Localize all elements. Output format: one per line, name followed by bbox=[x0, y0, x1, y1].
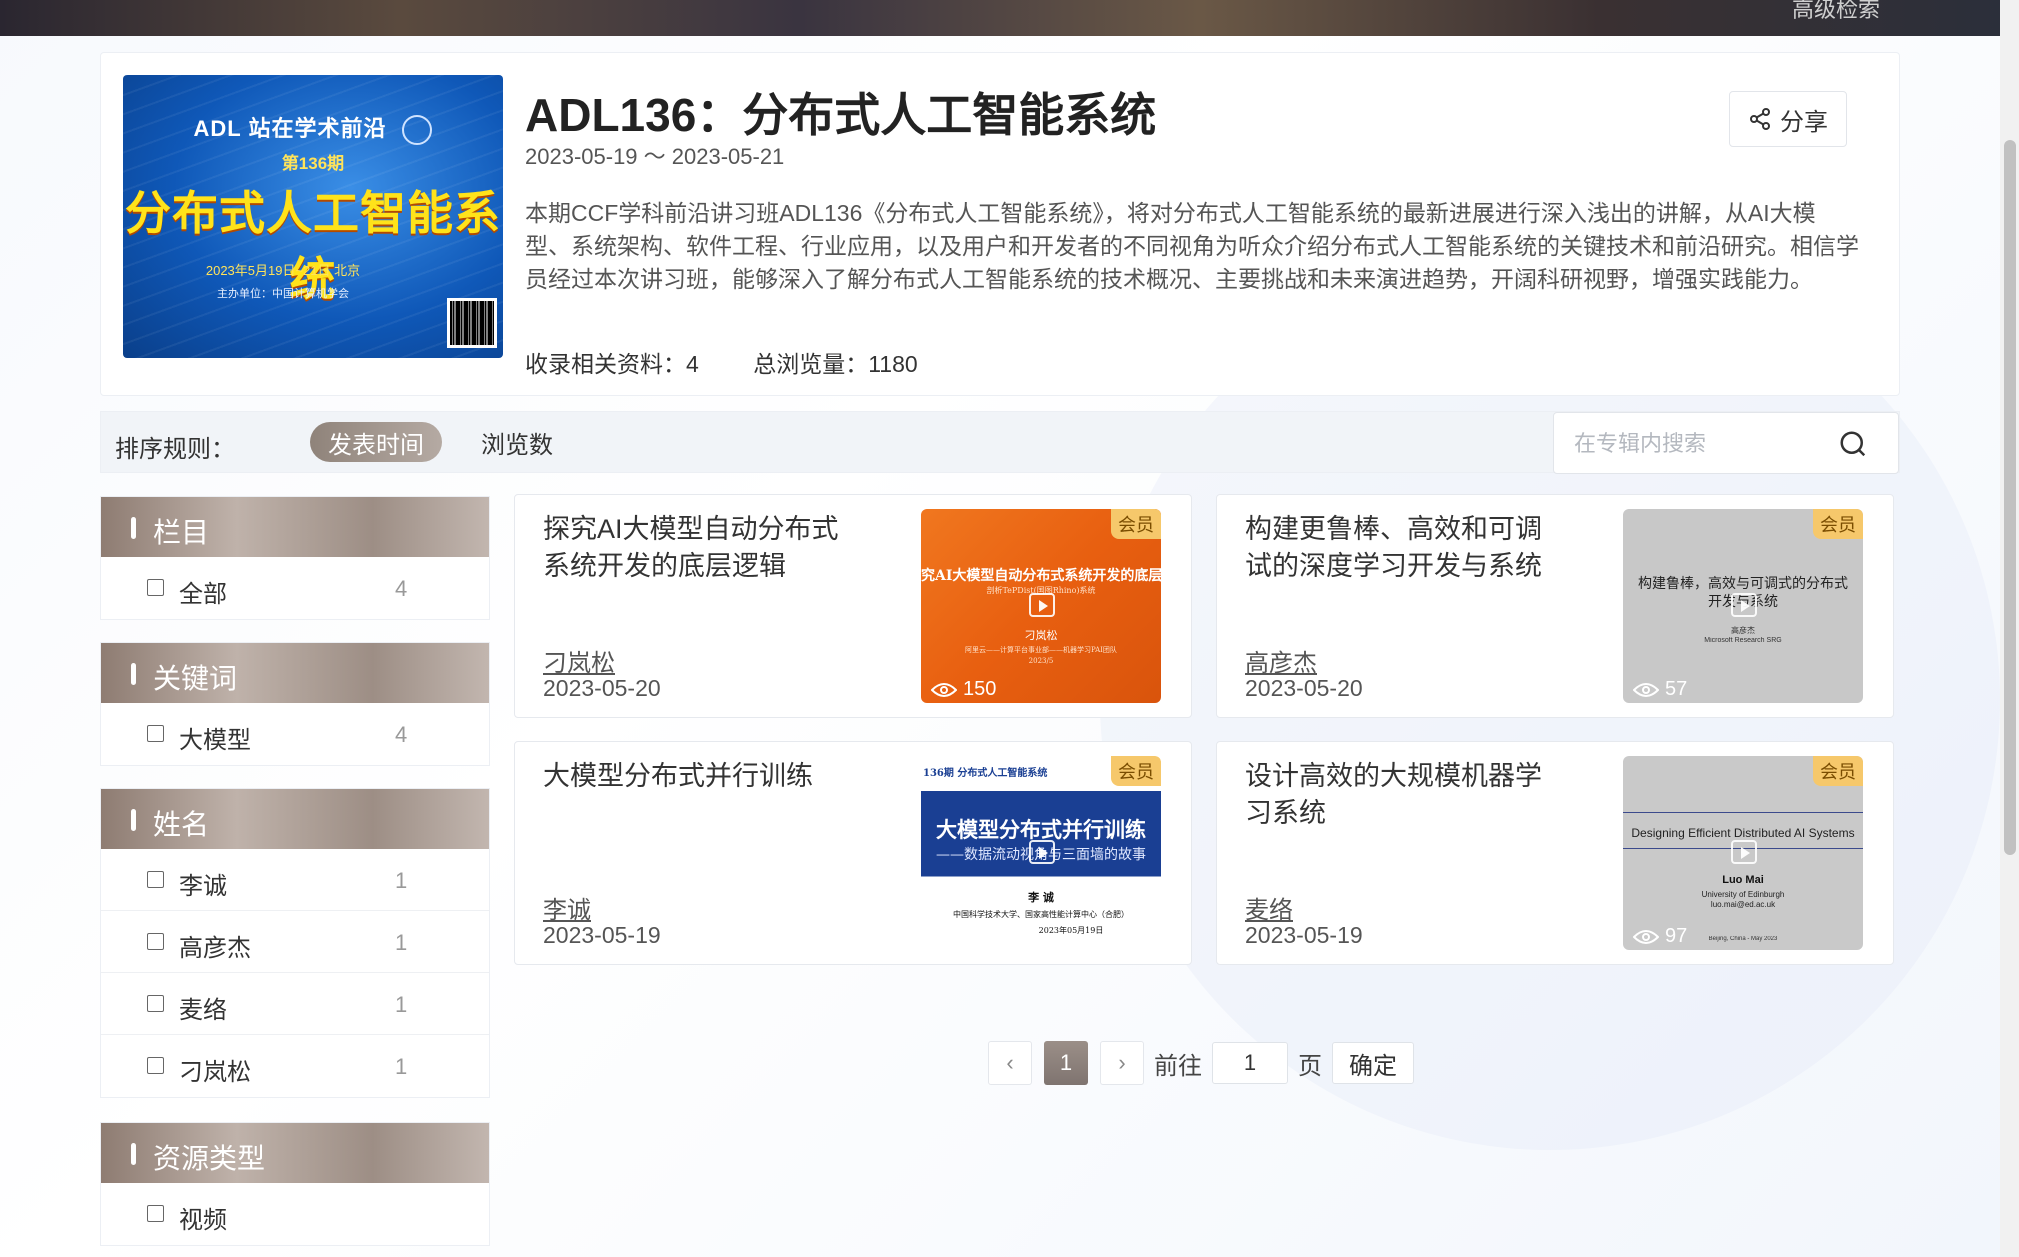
card-author[interactable]: 刁岚松 bbox=[543, 643, 615, 678]
sort-bar: 排序规则： 发表时间 浏览数 bbox=[100, 411, 1900, 474]
page-jump-input[interactable] bbox=[1212, 1042, 1288, 1084]
view-count: 97 bbox=[1633, 925, 1687, 948]
next-page-button[interactable]: › bbox=[1100, 1041, 1144, 1085]
resource-card[interactable]: 设计高效的大规模机器学习系统 麦络 2023-05-19 Designing E… bbox=[1216, 741, 1894, 965]
search-icon[interactable] bbox=[1838, 429, 1868, 459]
resource-count: 收录相关资料：4 bbox=[525, 351, 699, 377]
view-count: 57 bbox=[1633, 678, 1687, 701]
facet-option[interactable]: 麦络 1 bbox=[101, 973, 489, 1035]
pagination: ‹ 1 › 前往 页 确定 bbox=[988, 1041, 1414, 1085]
facet-option[interactable]: 刁岚松 1 bbox=[101, 1035, 489, 1097]
page-suffix: 页 bbox=[1298, 1052, 1322, 1080]
member-badge: 会员 bbox=[1813, 756, 1863, 786]
qr-code-icon bbox=[447, 298, 497, 348]
album-header: ADL 站在学术前沿 第136期 分布式人工智能系统 2023年5月19日~21… bbox=[100, 52, 1900, 396]
share-icon bbox=[1750, 108, 1770, 130]
facet-column: 栏目 全部 4 bbox=[100, 496, 490, 620]
page-number-current[interactable]: 1 bbox=[1044, 1041, 1088, 1085]
card-author[interactable]: 李诚 bbox=[543, 890, 591, 925]
card-title[interactable]: 设计高效的大规模机器学习系统 bbox=[1245, 758, 1565, 832]
checkbox[interactable] bbox=[147, 725, 164, 742]
share-label: 分享 bbox=[1780, 108, 1828, 136]
checkbox[interactable] bbox=[147, 933, 164, 950]
resource-card[interactable]: 大模型分布式并行训练 李诚 2023-05-19 136期 分布式人工智能系统 … bbox=[514, 741, 1192, 965]
eye-icon bbox=[1633, 929, 1659, 944]
album-stats: 收录相关资料：4 总浏览量：1180 bbox=[525, 345, 966, 379]
video-thumbnail[interactable]: 究AI大模型自动分布式系统开发的底层逻 剖析TePDist(国图Rhino)系统… bbox=[921, 509, 1161, 703]
card-author[interactable]: 麦络 bbox=[1245, 890, 1293, 925]
eye-icon bbox=[931, 929, 957, 944]
play-icon[interactable] bbox=[1029, 593, 1055, 617]
ccf-emblem-icon bbox=[402, 115, 433, 146]
sort-by-publish-time[interactable]: 发表时间 bbox=[310, 422, 442, 462]
resource-card[interactable]: 探究AI大模型自动分布式系统开发的底层逻辑 刁岚松 2023-05-20 究AI… bbox=[514, 494, 1192, 718]
play-icon[interactable] bbox=[1029, 840, 1055, 864]
video-thumbnail[interactable]: Designing Efficient Distributed AI Syste… bbox=[1623, 756, 1863, 950]
facet-name: 姓名 李诚 1 高彦杰 1 麦络 1 刁岚松 1 bbox=[100, 788, 490, 1098]
cover-brand: ADL 站在学术前沿 bbox=[123, 111, 503, 146]
card-date: 2023-05-19 bbox=[1245, 922, 1363, 948]
card-title[interactable]: 探究AI大模型自动分布式系统开发的底层逻辑 bbox=[543, 511, 863, 585]
album-cover: ADL 站在学术前沿 第136期 分布式人工智能系统 2023年5月19日~21… bbox=[123, 75, 503, 358]
view-count: 150 bbox=[931, 678, 996, 701]
sort-label: 排序规则： bbox=[115, 436, 235, 463]
card-title[interactable]: 大模型分布式并行训练 bbox=[543, 758, 863, 795]
facet-header: 栏目 bbox=[101, 497, 489, 557]
album-dates: 2023-05-19 ～ 2023-05-21 bbox=[525, 144, 785, 169]
play-icon[interactable] bbox=[1731, 840, 1757, 864]
cover-host: 主办单位：中国计算机学会 bbox=[217, 288, 349, 300]
play-icon[interactable] bbox=[1731, 593, 1757, 617]
vertical-scrollbar[interactable] bbox=[2000, 0, 2019, 1257]
card-author[interactable]: 高彦杰 bbox=[1245, 643, 1317, 678]
view-count: 878 bbox=[931, 925, 996, 948]
album-title: ADL136：分布式人工智能系统 bbox=[525, 89, 1157, 141]
card-date: 2023-05-20 bbox=[1245, 675, 1363, 701]
share-button[interactable]: 分享 bbox=[1729, 91, 1847, 147]
facet-resource-type: 资源类型 视频 bbox=[100, 1122, 490, 1246]
facet-option[interactable]: 高彦杰 1 bbox=[101, 911, 489, 973]
facet-option[interactable]: 大模型 4 bbox=[101, 703, 489, 765]
video-thumbnail[interactable]: 136期 分布式人工智能系统 大模型分布式并行训练 ——数据流动视角与三面墙的故… bbox=[921, 756, 1161, 950]
card-date: 2023-05-19 bbox=[543, 922, 661, 948]
card-date: 2023-05-20 bbox=[543, 675, 661, 701]
facet-header: 姓名 bbox=[101, 789, 489, 849]
checkbox[interactable] bbox=[147, 579, 164, 596]
cover-date: 2023年5月19日~21日 北京 bbox=[205, 263, 361, 278]
member-badge: 会员 bbox=[1111, 509, 1161, 539]
member-badge: 会员 bbox=[1813, 509, 1863, 539]
checkbox[interactable] bbox=[147, 871, 164, 888]
facet-header: 关键词 bbox=[101, 643, 489, 703]
scrollbar-thumb[interactable] bbox=[2004, 140, 2016, 855]
video-thumbnail[interactable]: 构建鲁棒，高效与可调式的分布式 开发与系统 高彦杰 Microsoft Rese… bbox=[1623, 509, 1863, 703]
confirm-button[interactable]: 确定 bbox=[1332, 1042, 1414, 1084]
eye-icon bbox=[1633, 682, 1659, 697]
top-banner: 高级检索 bbox=[0, 0, 2000, 36]
card-title[interactable]: 构建更鲁棒、高效和可调试的深度学习开发与系统 bbox=[1245, 511, 1565, 585]
facet-option[interactable]: 视频 bbox=[101, 1183, 489, 1245]
advanced-search-link[interactable]: 高级检索 bbox=[1792, 0, 1880, 24]
facet-option[interactable]: 全部 4 bbox=[101, 557, 489, 619]
album-search bbox=[1553, 412, 1899, 474]
facet-header: 资源类型 bbox=[101, 1123, 489, 1183]
album-description: 本期CCF学科前沿讲习班ADL136《分布式人工智能系统》，将对分布式人工智能系… bbox=[525, 200, 1859, 292]
prev-page-button[interactable]: ‹ bbox=[988, 1041, 1032, 1085]
search-input[interactable] bbox=[1574, 427, 1834, 461]
checkbox[interactable] bbox=[147, 1057, 164, 1074]
checkbox[interactable] bbox=[147, 1205, 164, 1222]
eye-icon bbox=[931, 682, 957, 697]
resource-card[interactable]: 构建更鲁棒、高效和可调试的深度学习开发与系统 高彦杰 2023-05-20 构建… bbox=[1216, 494, 1894, 718]
sort-by-views[interactable]: 浏览数 bbox=[481, 422, 553, 462]
member-badge: 会员 bbox=[1111, 756, 1161, 786]
facet-option[interactable]: 李诚 1 bbox=[101, 849, 489, 911]
facet-keyword: 关键词 大模型 4 bbox=[100, 642, 490, 766]
total-views: 总浏览量：1180 bbox=[753, 351, 918, 377]
goto-label: 前往 bbox=[1154, 1052, 1202, 1080]
cover-issue: 第136期 bbox=[281, 154, 345, 173]
checkbox[interactable] bbox=[147, 995, 164, 1012]
